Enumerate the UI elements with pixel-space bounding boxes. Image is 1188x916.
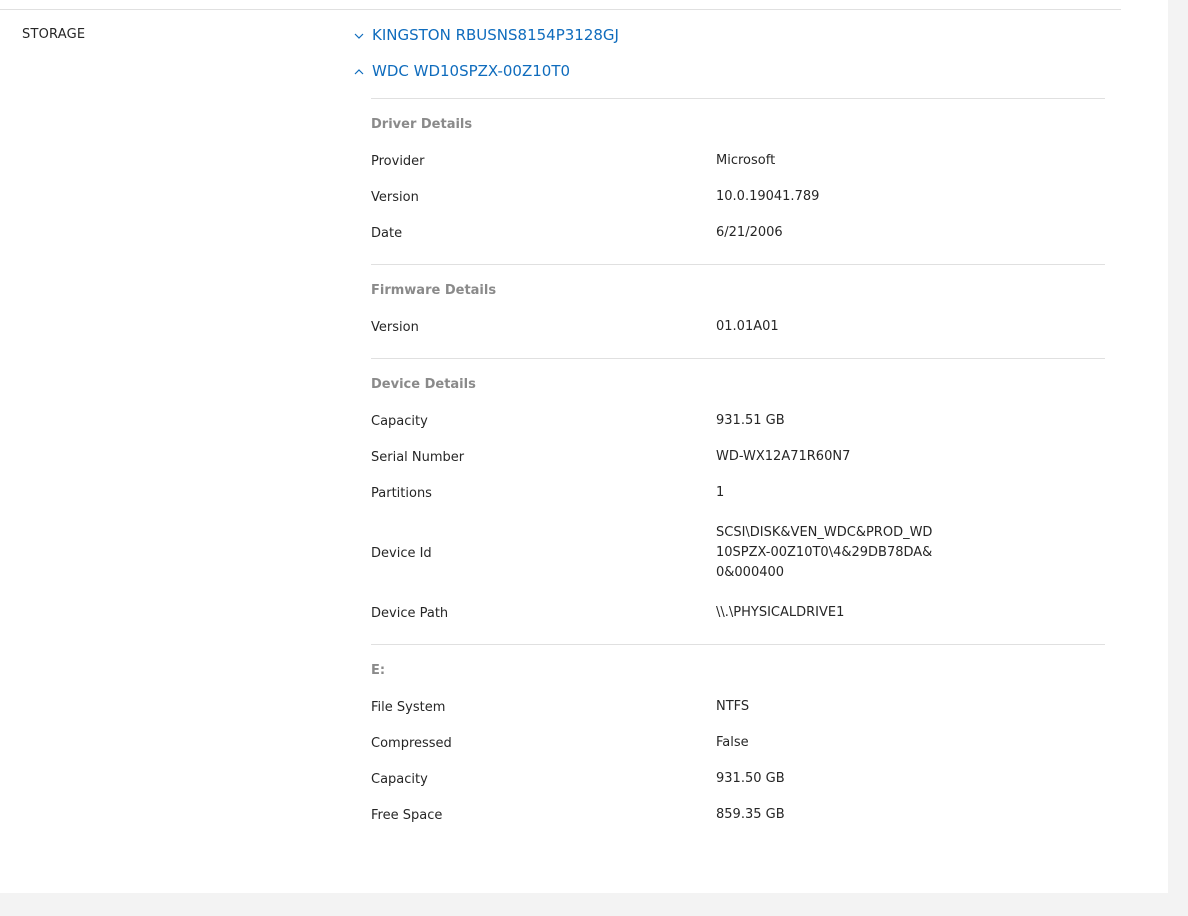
- chevron-up-icon: [352, 64, 366, 78]
- volume-details-group: E: File System NTFS Compressed False Cap…: [371, 644, 1105, 833]
- detail-key: Free Space: [371, 807, 443, 823]
- detail-value: 01.01A01: [716, 319, 779, 334]
- detail-row: Date 6/21/2006: [371, 215, 1105, 251]
- device-details-group: Device Details Capacity 931.51 GB Serial…: [371, 358, 1105, 644]
- firmware-details-group: Firmware Details Version 01.01A01: [371, 264, 1105, 358]
- detail-key: Provider: [371, 153, 425, 169]
- detail-key: Compressed: [371, 735, 452, 751]
- detail-value: 931.51 GB: [716, 413, 785, 428]
- detail-row: Partitions 1: [371, 475, 1105, 511]
- chevron-down-icon: [352, 28, 366, 42]
- detail-key: Version: [371, 319, 419, 335]
- detail-value: False: [716, 735, 749, 750]
- detail-value: Microsoft: [716, 153, 776, 168]
- section-label: STORAGE: [22, 27, 86, 42]
- detail-key: Capacity: [371, 771, 428, 787]
- detail-row: File System NTFS: [371, 689, 1105, 725]
- device-item-kingston[interactable]: KINGSTON RBUSNS8154P3128GJ: [352, 26, 619, 44]
- detail-key: Partitions: [371, 485, 432, 501]
- detail-row: Version 01.01A01: [371, 309, 1105, 345]
- group-title: E:: [371, 663, 386, 678]
- detail-key: Device Path: [371, 605, 449, 621]
- detail-value: 859.35 GB: [716, 807, 785, 822]
- detail-key: Version: [371, 189, 419, 205]
- detail-value: \\.\PHYSICALDRIVE1: [716, 605, 845, 620]
- detail-value: WD-WX12A71R60N7: [716, 449, 851, 464]
- detail-row: Device Path \\.\PHYSICALDRIVE1: [371, 595, 1105, 631]
- detail-row: Capacity 931.51 GB: [371, 403, 1105, 439]
- device-name: KINGSTON RBUSNS8154P3128GJ: [372, 26, 619, 44]
- group-title: Device Details: [371, 377, 476, 392]
- storage-panel: STORAGE KINGSTON RBUSNS8154P3128GJ WDC W…: [0, 0, 1168, 893]
- divider: [0, 9, 1121, 10]
- detail-value: NTFS: [716, 699, 750, 714]
- detail-key: Serial Number: [371, 449, 465, 465]
- group-title: Firmware Details: [371, 283, 497, 298]
- device-item-wdc[interactable]: WDC WD10SPZX-00Z10T0: [352, 62, 570, 80]
- detail-value: 931.50 GB: [716, 771, 785, 786]
- detail-row: Device Id SCSI\DISK&VEN_WDC&PROD_WD10SPZ…: [371, 511, 1105, 595]
- detail-value: SCSI\DISK&VEN_WDC&PROD_WD10SPZX-00Z10T0\…: [716, 525, 933, 580]
- detail-key: Device Id: [371, 545, 432, 561]
- detail-row: Provider Microsoft: [371, 143, 1105, 179]
- detail-value: 10.0.19041.789: [716, 189, 820, 204]
- detail-row: Free Space 859.35 GB: [371, 797, 1105, 833]
- group-title: Driver Details: [371, 117, 473, 132]
- detail-row: Capacity 931.50 GB: [371, 761, 1105, 797]
- detail-row: Version 10.0.19041.789: [371, 179, 1105, 215]
- detail-value: 1: [716, 485, 725, 500]
- detail-key: Capacity: [371, 413, 428, 429]
- detail-key: File System: [371, 699, 446, 715]
- detail-key: Date: [371, 225, 403, 241]
- detail-row: Compressed False: [371, 725, 1105, 761]
- driver-details-group: Driver Details Provider Microsoft Versio…: [371, 98, 1105, 264]
- device-name: WDC WD10SPZX-00Z10T0: [372, 62, 571, 80]
- detail-row: Serial Number WD-WX12A71R60N7: [371, 439, 1105, 475]
- device-details: Driver Details Provider Microsoft Versio…: [371, 98, 1105, 833]
- detail-value: 6/21/2006: [716, 225, 783, 240]
